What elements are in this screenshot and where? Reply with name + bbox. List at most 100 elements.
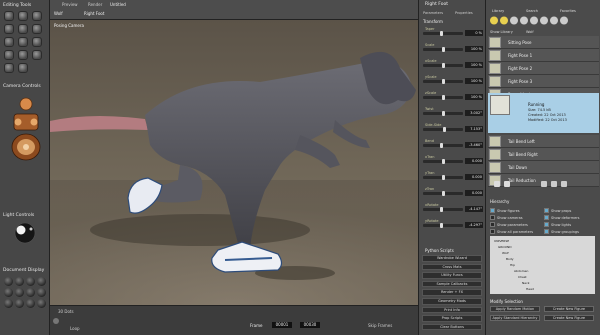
parameter-value-field[interactable]: 100 % bbox=[465, 78, 483, 84]
python-script-button[interactable]: Utility Funcs bbox=[422, 272, 482, 279]
parameter-dial-row[interactable]: yScale 100 % bbox=[421, 75, 484, 87]
hierarchy-tree-node[interactable]: Hip bbox=[510, 263, 515, 267]
library-item[interactable]: Tail Bend Right bbox=[488, 148, 599, 161]
parameter-value-field[interactable]: 0.000 bbox=[465, 158, 483, 164]
create-new-figure-button[interactable]: Create New Figure bbox=[544, 315, 594, 321]
dial-knob[interactable] bbox=[441, 191, 445, 196]
hierarchy-option-checkbox[interactable] bbox=[490, 208, 495, 213]
display-style-icon[interactable] bbox=[26, 288, 35, 297]
parameter-dial[interactable] bbox=[423, 47, 463, 52]
python-script-button[interactable]: Clear Buttons bbox=[422, 323, 482, 331]
add-to-library-icon[interactable] bbox=[541, 181, 547, 187]
parameter-dial[interactable] bbox=[423, 175, 463, 180]
display-style-icon[interactable] bbox=[15, 299, 24, 308]
hierarchy-option-checkbox[interactable] bbox=[490, 222, 495, 227]
apply-check-icon[interactable] bbox=[494, 181, 500, 187]
parameter-value-field[interactable]: 100 % bbox=[465, 62, 483, 68]
twist-tool-icon[interactable] bbox=[18, 11, 28, 21]
library-item[interactable]: Tail Bend Left bbox=[488, 135, 599, 148]
tab-render[interactable]: Render bbox=[88, 2, 102, 8]
camera-controls-widget[interactable] bbox=[6, 92, 46, 167]
parameter-value-field[interactable]: -3.460° bbox=[465, 142, 483, 148]
parameter-dial-row[interactable]: yRotate -4.297° bbox=[421, 219, 484, 231]
refresh-library-icon[interactable] bbox=[561, 181, 567, 187]
dial-knob[interactable] bbox=[441, 47, 445, 52]
parameter-value-field[interactable]: 3.002° bbox=[465, 110, 483, 116]
dial-knob[interactable] bbox=[440, 207, 444, 212]
display-style-icon[interactable] bbox=[4, 277, 13, 286]
tab-preview[interactable]: Preview bbox=[62, 2, 78, 8]
tab-favorites[interactable]: Favorites bbox=[560, 9, 576, 13]
tab-search[interactable]: Search bbox=[526, 9, 538, 13]
parameter-dial[interactable] bbox=[423, 159, 463, 164]
parameter-dial-row[interactable]: yTran 0.000 bbox=[421, 171, 484, 183]
hierarchy-tree-node[interactable]: Head bbox=[526, 287, 534, 291]
parameter-value-field[interactable]: 100 % bbox=[465, 46, 483, 52]
parameter-dial[interactable] bbox=[423, 95, 463, 100]
tab-library[interactable]: Library bbox=[492, 9, 504, 13]
parameter-dial-row[interactable]: zScale 100 % bbox=[421, 91, 484, 103]
hierarchy-tree-node[interactable]: GROUND bbox=[498, 245, 512, 249]
display-style-icon[interactable] bbox=[26, 277, 35, 286]
weight-map-tool-icon[interactable] bbox=[4, 63, 14, 73]
hierarchy-option-checkbox[interactable] bbox=[544, 229, 549, 234]
taper-tool-icon[interactable] bbox=[32, 24, 42, 34]
actor-selector[interactable]: Right Foot bbox=[84, 11, 104, 16]
parameter-dial[interactable] bbox=[423, 207, 463, 212]
dial-knob[interactable] bbox=[441, 95, 445, 100]
color-tool-icon[interactable] bbox=[18, 37, 28, 47]
document-viewport[interactable]: Posing Camera bbox=[50, 20, 418, 305]
create-new-figure-button[interactable]: Create New Figure bbox=[544, 306, 594, 312]
apply-random-motion-button[interactable]: Apply Random Motion bbox=[490, 306, 540, 312]
translate-in-out-tool-icon[interactable] bbox=[4, 24, 14, 34]
dial-knob[interactable] bbox=[440, 223, 444, 228]
translate-tool-icon[interactable] bbox=[32, 11, 42, 21]
view-magnifier-tool-icon[interactable] bbox=[4, 50, 14, 60]
parameter-value-field[interactable]: -4.297° bbox=[465, 222, 483, 228]
library-path-label[interactable]: Show Library bbox=[490, 30, 513, 34]
display-style-icon[interactable] bbox=[37, 299, 46, 308]
parameter-dial[interactable] bbox=[423, 79, 463, 84]
display-style-icon[interactable] bbox=[37, 288, 46, 297]
library-item[interactable]: Sitting Pose bbox=[488, 36, 599, 49]
dial-knob[interactable] bbox=[441, 159, 445, 164]
parameter-dial[interactable] bbox=[423, 143, 463, 148]
grouping-tool-icon[interactable] bbox=[32, 37, 42, 47]
parameter-dial-row[interactable]: xScale 100 % bbox=[421, 59, 484, 71]
parameter-dial[interactable] bbox=[423, 63, 463, 68]
hierarchy-option-checkbox[interactable] bbox=[490, 229, 495, 234]
display-style-icon[interactable] bbox=[15, 288, 24, 297]
dial-knob[interactable] bbox=[443, 127, 447, 132]
scale-tool-icon[interactable] bbox=[18, 24, 28, 34]
hierarchy-tree-node[interactable]: Neck bbox=[522, 281, 529, 285]
display-style-icon[interactable] bbox=[37, 277, 46, 286]
parameter-dial-row[interactable]: Bend -3.460° bbox=[421, 139, 484, 151]
library-item[interactable]: Fight Pose 3 bbox=[488, 75, 599, 88]
tab-properties[interactable]: Properties bbox=[455, 11, 473, 15]
parameter-value-field[interactable]: 7.153° bbox=[465, 126, 483, 132]
skip-frames-label[interactable]: Skip Frames bbox=[368, 323, 392, 328]
parameter-dial[interactable] bbox=[423, 191, 463, 196]
python-script-button[interactable]: Sample Callbacks bbox=[422, 280, 482, 288]
parameter-dial[interactable] bbox=[423, 127, 463, 132]
direct-manipulation-tool-icon[interactable] bbox=[32, 50, 42, 60]
figure-selector[interactable]: Wolf bbox=[54, 11, 63, 16]
hierarchy-tree-node[interactable]: Chest bbox=[518, 275, 527, 279]
library-item[interactable]: Tail Down bbox=[488, 161, 599, 174]
dial-knob[interactable] bbox=[441, 79, 445, 84]
hierarchy-option-checkbox[interactable] bbox=[490, 215, 495, 220]
python-script-button[interactable]: Geometry Mods bbox=[422, 298, 482, 305]
python-script-button[interactable]: Cross Mats bbox=[422, 263, 482, 271]
python-script-button[interactable]: Print Info bbox=[422, 306, 482, 314]
parameter-dial-row[interactable]: xRotate -4.147° bbox=[421, 203, 484, 215]
total-frames-field[interactable]: 00030 bbox=[300, 322, 320, 328]
tab-parameters[interactable]: Parameters bbox=[423, 11, 443, 15]
rotate-tool-icon[interactable] bbox=[4, 11, 14, 21]
parameter-dial-row[interactable]: xTran 0.000 bbox=[421, 155, 484, 167]
record-icon[interactable] bbox=[53, 318, 59, 324]
chain-break-tool-icon[interactable] bbox=[4, 37, 14, 47]
library-item[interactable]: Fight Pose 2 bbox=[488, 62, 599, 75]
parameter-dial-row[interactable]: Twist 3.002° bbox=[421, 107, 484, 119]
remove-from-library-icon[interactable] bbox=[551, 181, 557, 187]
dial-knob[interactable] bbox=[441, 63, 445, 68]
